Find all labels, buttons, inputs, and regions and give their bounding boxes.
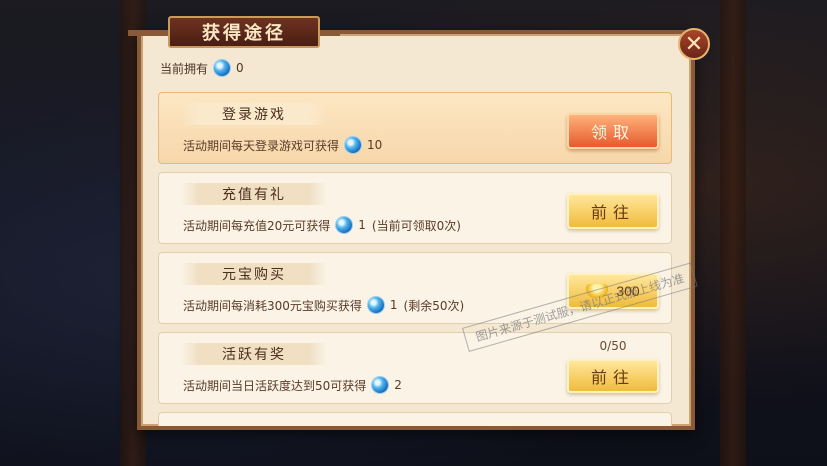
task-title: 登录游戏 xyxy=(181,103,327,125)
task-reward: 1 xyxy=(358,218,366,232)
task-description: 活动期间每充值20元可获得 1 (当前可领取0次) xyxy=(183,216,461,234)
task-desc-text: 活动期间每天登录游戏可获得 xyxy=(183,138,340,153)
blue-gem-icon xyxy=(336,217,353,233)
task-reward: 2 xyxy=(394,378,402,392)
go-button[interactable]: 前往 xyxy=(567,359,659,393)
owned-label: 当前拥有 xyxy=(160,61,209,76)
claim-button[interactable]: 领取 xyxy=(567,113,659,149)
blue-gem-icon xyxy=(367,297,384,313)
close-icon[interactable]: ✕ xyxy=(678,28,710,60)
panel-title: 获得途径 xyxy=(168,16,320,48)
task-reward: 1 xyxy=(389,298,398,312)
go-button[interactable]: 前往 xyxy=(567,193,659,229)
task-card-login: 登录游戏 活动期间每天登录游戏可获得 10 领取 xyxy=(158,92,672,164)
task-description: 活动期间每消耗300元宝购买获得 1 (剩余50次) xyxy=(183,296,464,314)
task-desc-text: 活动期间当日活跃度达到50可获得 xyxy=(183,378,367,393)
task-card-partial xyxy=(158,412,672,426)
blue-gem-icon xyxy=(372,377,389,393)
task-note: (当前可领取0次) xyxy=(371,218,461,233)
owned-count-row: 当前拥有 0 xyxy=(160,58,244,78)
task-card-recharge: 充值有礼 活动期间每充值20元可获得 1 (当前可领取0次) 前往 xyxy=(158,172,672,244)
task-title: 元宝购买 xyxy=(181,263,327,285)
blue-gem-icon xyxy=(345,137,362,153)
claim-button-label: 领取 xyxy=(590,123,635,142)
task-note: (剩余50次) xyxy=(403,298,465,313)
task-description: 活动期间每天登录游戏可获得 10 xyxy=(183,136,382,154)
blue-gem-icon xyxy=(214,60,231,76)
activity-progress: 0/50 xyxy=(599,339,627,353)
task-description: 活动期间当日活跃度达到50可获得 2 xyxy=(183,376,402,394)
task-title: 活跃有奖 xyxy=(181,343,327,365)
go-button-label: 前往 xyxy=(590,203,635,222)
task-card-activity: 活跃有奖 活动期间当日活跃度达到50可获得 2 0/50 前往 xyxy=(158,332,672,404)
go-button-label: 前往 xyxy=(590,368,635,387)
task-desc-text: 活动期间每消耗300元宝购买获得 xyxy=(183,298,362,313)
task-desc-text: 活动期间每充值20元可获得 xyxy=(183,218,331,233)
owned-value: 0 xyxy=(236,61,244,75)
task-title: 充值有礼 xyxy=(181,183,327,205)
task-reward: 10 xyxy=(367,138,383,152)
